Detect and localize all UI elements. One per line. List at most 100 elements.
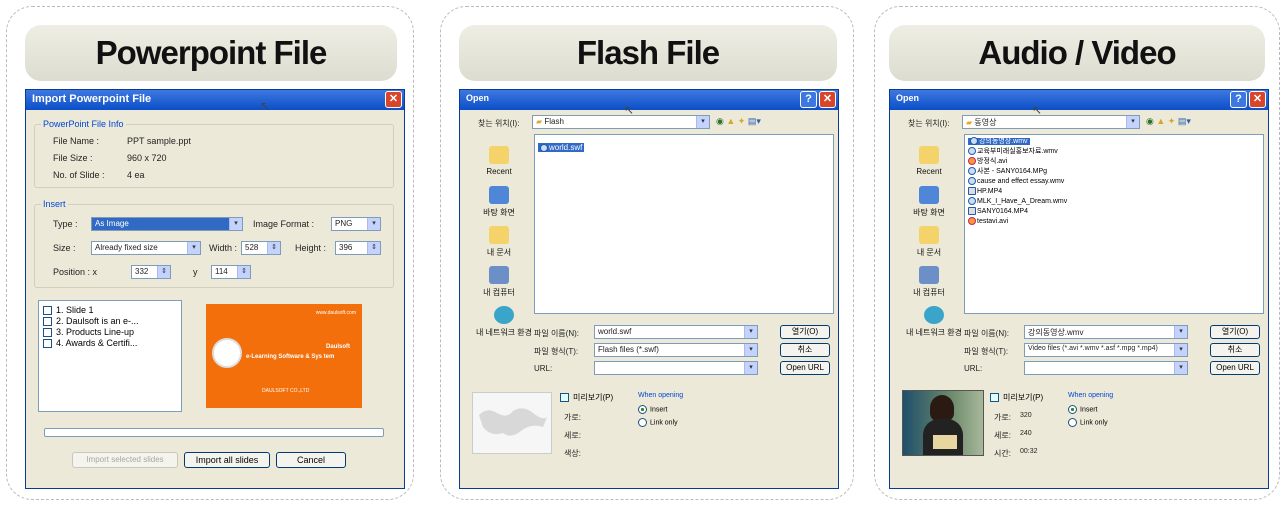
stepper-icon[interactable]: ⇕ (237, 266, 250, 278)
url-input[interactable]: ▾ (1024, 361, 1188, 375)
preview-subtitle: e-Learning Software & Sys tem (246, 354, 335, 360)
radio-insert[interactable]: Insert (638, 405, 710, 414)
close-icon[interactable]: ✕ (1249, 91, 1266, 108)
new-folder-icon[interactable]: ✦ (738, 116, 748, 126)
list-item[interactable]: 1. Slide 1 (43, 305, 177, 316)
list-item[interactable]: 3. Products Line-up (43, 327, 177, 338)
new-folder-icon[interactable]: ✦ (1168, 116, 1178, 126)
import-selected-button[interactable]: Import selected slides (72, 452, 178, 468)
radio-link-only[interactable]: Link only (1068, 418, 1140, 427)
checkbox[interactable] (990, 393, 999, 403)
cancel-button[interactable]: 취소 (780, 343, 830, 357)
back-icon[interactable]: ◉ (716, 116, 726, 126)
open-button[interactable]: 열기(O) (1210, 325, 1260, 339)
place-computer[interactable]: 내 컴퓨터 (466, 266, 532, 298)
checkbox[interactable] (560, 393, 569, 403)
url-input[interactable]: ▾ (594, 361, 758, 375)
chevron-down-icon[interactable]: ▾ (744, 344, 757, 356)
checkbox[interactable] (43, 339, 52, 349)
size-select[interactable]: Already fixed size ▾ (91, 241, 201, 255)
up-folder-icon[interactable]: ▲ (726, 116, 737, 126)
view-menu-icon[interactable]: ▤▾ (1178, 116, 1191, 126)
cancel-button[interactable]: Cancel (276, 452, 346, 468)
cancel-button[interactable]: 취소 (1210, 343, 1260, 357)
list-item[interactable]: SANY0164.MP4 (968, 207, 1260, 217)
radio[interactable] (1068, 405, 1077, 414)
file-list[interactable]: 강의동영상.wmv 교육부미래실홍보자료.wmv 방정식.avi 사본 - SA… (964, 134, 1264, 314)
chevron-down-icon[interactable]: ▾ (1174, 344, 1187, 356)
list-item[interactable]: cause and effect essay.wmv (968, 177, 1260, 187)
back-icon[interactable]: ◉ (1146, 116, 1156, 126)
lookin-select[interactable]: ▰ Flash ▾ (532, 115, 710, 129)
place-recent[interactable]: Recent (466, 146, 532, 176)
width-stepper[interactable]: 528 ⇕ (241, 241, 281, 255)
up-folder-icon[interactable]: ▲ (1156, 116, 1167, 126)
place-recent[interactable]: Recent (896, 146, 962, 176)
lookin-select[interactable]: ▰ 동영상 ▾ (962, 115, 1140, 129)
close-icon[interactable]: ✕ (819, 91, 836, 108)
position-x-stepper[interactable]: 332 ⇕ (131, 265, 171, 279)
file-list[interactable]: world.swf (534, 134, 834, 314)
radio[interactable] (1068, 418, 1077, 427)
preview-checkbox[interactable]: 미리보기(P) (990, 392, 1043, 403)
stepper-icon[interactable]: ⇕ (157, 266, 170, 278)
file-icon (968, 177, 976, 186)
import-all-button[interactable]: Import all slides (184, 452, 270, 468)
preview-checkbox[interactable]: 미리보기(P) (560, 392, 613, 403)
chevron-down-icon[interactable]: ▾ (696, 116, 709, 128)
chevron-down-icon[interactable]: ▾ (1174, 362, 1187, 374)
filename-input[interactable]: world.swf ▾ (594, 325, 758, 339)
stepper-icon[interactable]: ⇕ (267, 242, 280, 254)
close-icon[interactable]: ✕ (385, 91, 402, 108)
list-item[interactable]: world.swf (538, 143, 585, 152)
height-stepper[interactable]: 396 ⇕ (335, 241, 381, 255)
place-network[interactable]: 내 네트워크 환경 (896, 306, 972, 338)
list-item[interactable]: MLK_I_Have_A_Dream.wmv (968, 197, 1260, 207)
list-item[interactable]: 사본 - SANY0164.MPg (968, 167, 1260, 177)
type-select[interactable]: As Image ▾ (91, 217, 243, 231)
list-item[interactable]: 강의동영상.wmv (968, 137, 1260, 147)
filetype-select[interactable]: Flash files (*.swf) ▾ (594, 343, 758, 357)
stepper-icon[interactable]: ⇕ (367, 242, 380, 254)
list-item[interactable]: 교육부미래실홍보자료.wmv (968, 147, 1260, 157)
list-item[interactable]: 방정식.avi (968, 157, 1260, 167)
open-url-button[interactable]: Open URL (1210, 361, 1260, 375)
open-url-button[interactable]: Open URL (780, 361, 830, 375)
place-computer[interactable]: 내 컴퓨터 (896, 266, 962, 298)
chevron-down-icon[interactable]: ▾ (1174, 326, 1187, 338)
place-desktop[interactable]: 바탕 화면 (466, 186, 532, 218)
radio-link-only[interactable]: Link only (638, 418, 710, 427)
help-icon[interactable]: ? (1230, 91, 1247, 108)
help-icon[interactable]: ? (800, 91, 817, 108)
image-format-select[interactable]: PNG ▾ (331, 217, 381, 231)
chevron-down-icon[interactable]: ▾ (187, 242, 200, 254)
filename-input[interactable]: 강의동영상.wmv ▾ (1024, 325, 1188, 339)
filetype-select[interactable]: Video files (*.avi *.wmv *.asf *.mpg *.m… (1024, 343, 1188, 357)
list-item[interactable]: testavi.avi (968, 217, 1260, 227)
view-menu-icon[interactable]: ▤▾ (748, 116, 761, 126)
when-opening-group: When opening Insert Link only (638, 392, 710, 442)
network-icon (924, 306, 944, 324)
radio[interactable] (638, 405, 647, 414)
slides-list[interactable]: 1. Slide 1 2. Daulsoft is an e-... 3. Pr… (38, 300, 182, 412)
chevron-down-icon[interactable]: ▾ (744, 326, 757, 338)
chevron-down-icon[interactable]: ▾ (1126, 116, 1139, 128)
chevron-down-icon[interactable]: ▾ (229, 218, 242, 230)
place-network[interactable]: 내 네트워크 환경 (466, 306, 542, 338)
chevron-down-icon[interactable]: ▾ (367, 218, 380, 230)
position-y-stepper[interactable]: 114 ⇕ (211, 265, 251, 279)
chevron-down-icon[interactable]: ▾ (744, 362, 757, 374)
checkbox[interactable] (43, 306, 52, 316)
list-item[interactable]: 4. Awards & Certifi... (43, 338, 177, 349)
documents-icon (489, 226, 509, 244)
place-documents[interactable]: 내 문서 (466, 226, 532, 258)
radio-insert[interactable]: Insert (1068, 405, 1140, 414)
list-item[interactable]: 2. Daulsoft is an e-... (43, 316, 177, 327)
checkbox[interactable] (43, 317, 52, 327)
checkbox[interactable] (43, 328, 52, 338)
open-button[interactable]: 열기(O) (780, 325, 830, 339)
place-documents[interactable]: 내 문서 (896, 226, 962, 258)
list-item[interactable]: HP.MP4 (968, 187, 1260, 197)
place-desktop[interactable]: 바탕 화면 (896, 186, 962, 218)
radio[interactable] (638, 418, 647, 427)
